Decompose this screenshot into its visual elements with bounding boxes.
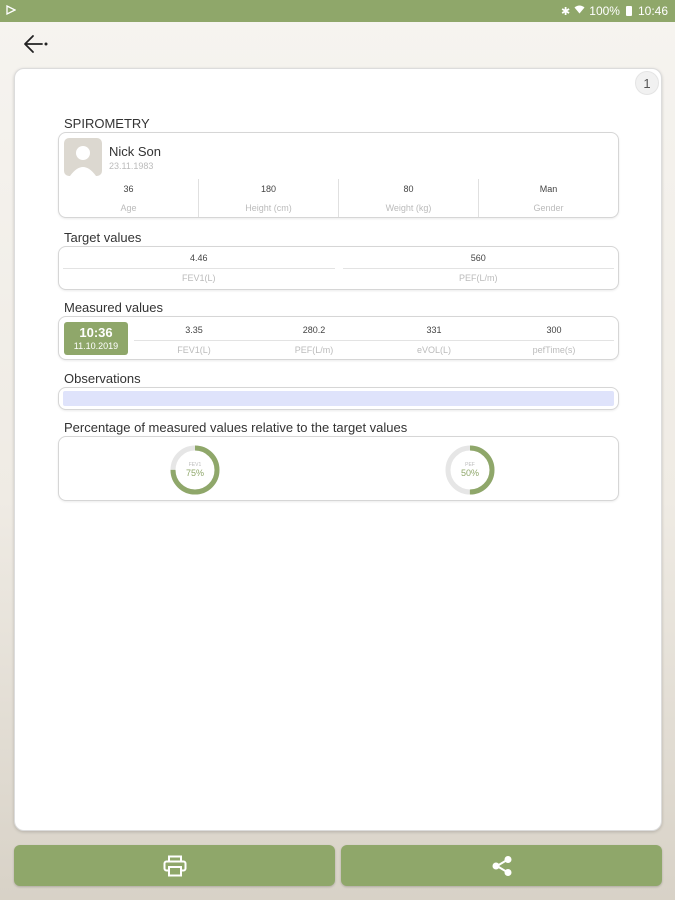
observations-panel [58,387,619,410]
page-number-badge: 1 [635,71,659,95]
stat-label: Weight (kg) [385,202,432,213]
measured-pef: 280.2 PEF(L/m) [254,325,374,355]
target-fev1: 4.46 FEV1(L) [59,253,339,283]
target-values-panel: 4.46 FEV1(L) 560 PEF(L/m) [58,246,619,290]
measurement-date: 11.10.2019 [73,341,119,351]
report-card: 1 SPIROMETRY Nick Son 23.11.1983 36 Age … [14,68,662,831]
measured-values-title: Measured values [64,300,163,315]
fev1-gauge: FEV1 75% [170,445,220,495]
status-bar: ✱ 100% 10:46 [0,0,675,22]
stat-gender: Man Gender [479,179,618,217]
measurement-time: 10:36 [79,325,113,340]
patient-panel: Nick Son 23.11.1983 36 Age 180 Height (c… [58,132,619,218]
divider [63,268,335,269]
back-arrow-icon [24,35,48,53]
stat-value: 180 [260,183,277,194]
battery-icon [625,6,632,16]
share-icon [492,855,511,876]
divider [342,268,614,269]
status-indicators: ✱ 100% 10:46 [561,4,668,18]
target-pef: 560 PEF(L/m) [339,253,619,283]
target-label: PEF(L/m) [458,273,498,283]
measured-value: 331 [426,325,442,335]
measured-value: 300 [546,325,562,335]
measured-peftime: 300 pefTime(s) [494,325,614,355]
printer-icon [163,855,186,876]
measured-value: 3.35 [185,325,203,335]
observations-title: Observations [64,371,141,386]
stat-age: 36 Age [59,179,199,217]
target-values-row: 4.46 FEV1(L) 560 PEF(L/m) [59,253,618,283]
gauge-value: 50% [461,468,479,478]
divider [494,340,614,341]
stat-value: 36 [123,183,134,194]
measured-values-row: 3.35 FEV1(L) 280.2 PEF(L/m) 331 eVOL(L) … [134,325,614,355]
stat-height: 180 Height (cm) [199,179,339,217]
print-button[interactable] [14,845,335,886]
divider [374,340,494,341]
play-store-icon [6,4,17,18]
stat-label: Gender [533,202,564,213]
wifi-icon [574,5,585,17]
gauge-value: 75% [186,468,204,478]
measurement-time-badge[interactable]: 10:36 11.10.2019 [64,322,128,355]
divider [134,340,254,341]
patient-name: Nick Son [109,144,162,159]
measured-values-panel: 10:36 11.10.2019 3.35 FEV1(L) 280.2 PEF(… [58,316,619,360]
avatar [64,138,102,176]
stat-value: Man [539,183,558,194]
percentage-title: Percentage of measured values relative t… [64,420,408,435]
status-time: 10:46 [637,4,668,18]
observations-field[interactable] [63,391,614,406]
bluetooth-icon: ✱ [561,5,571,18]
target-label: FEV1(L) [181,273,216,283]
patient-dob: 23.11.1983 [109,161,154,171]
back-button[interactable] [20,31,50,57]
divider [254,340,374,341]
share-button[interactable] [341,845,662,886]
stat-weight: 80 Weight (kg) [339,179,479,217]
measured-label: PEF(L/m) [294,345,334,355]
measured-value: 280.2 [302,325,326,335]
measured-fev1: 3.35 FEV1(L) [134,325,254,355]
patient-stats: 36 Age 180 Height (cm) 80 Weight (kg) Ma… [59,179,618,217]
stat-label: Height (cm) [245,202,292,213]
measured-evol: 331 eVOL(L) [374,325,494,355]
spirometry-title: SPIROMETRY [64,116,150,131]
percentage-panel: FEV1 75% PEF 50% [58,436,619,501]
measured-label: pefTime(s) [532,345,576,355]
stat-label: Age [120,202,137,213]
battery-percent: 100% [589,4,620,18]
stat-value: 80 [403,183,414,194]
target-value: 4.46 [189,253,208,263]
measured-label: FEV1(L) [177,345,211,355]
measured-label: eVOL(L) [416,345,451,355]
target-values-title: Target values [64,230,142,245]
pef-gauge: PEF 50% [445,445,495,495]
target-value: 560 [470,253,486,263]
